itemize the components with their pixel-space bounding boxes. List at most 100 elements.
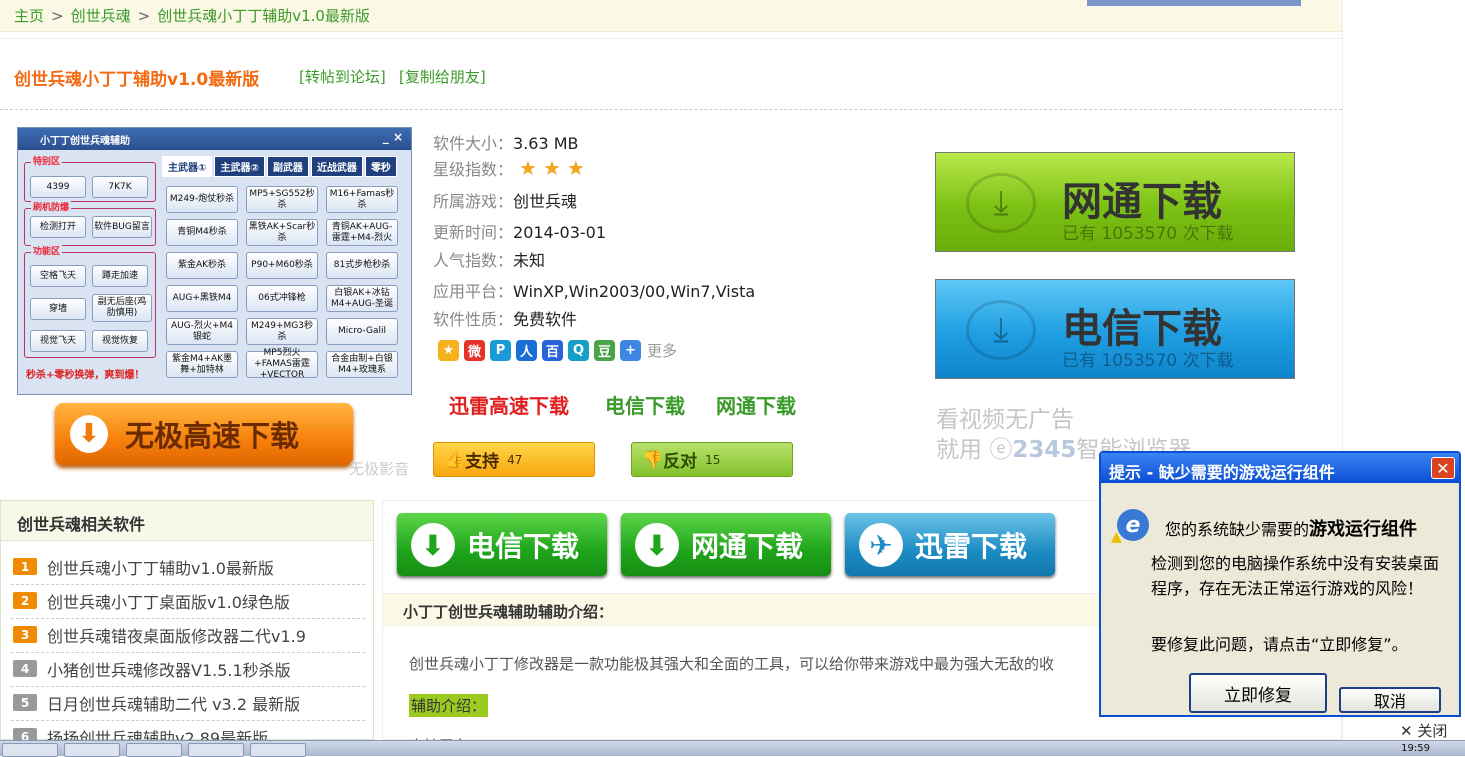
related-item-title: 创世兵魂小丁丁桌面版v1.0绿色版: [47, 593, 290, 612]
wuji-download-label: 无极高速下载: [125, 419, 300, 453]
shot-btn: 软件BUG留言: [92, 216, 152, 238]
tab-main-1: 主武器①: [162, 156, 213, 177]
shot-btn: 副无后座(鸡肋慎用): [92, 294, 152, 322]
close-icon: ✕: [1400, 722, 1413, 740]
dialog-headline: 您的系统缺少需要的游戏运行组件: [1165, 519, 1418, 540]
info-type: 软件性质：免费软件: [433, 310, 578, 329]
wangtong-download-button[interactable]: ⬇ 网通下载: [621, 513, 831, 576]
star-icon: ★: [542, 156, 561, 180]
dianxin-big-button[interactable]: ⤓ 电信下载 已有 1053570 次下载: [935, 279, 1295, 379]
screenshot-slogan: 秒杀+零秒换弹，爽到爆！: [26, 370, 145, 381]
download-tray-icon: ⤓: [966, 173, 1036, 233]
screenshot-titlebar: 小丁丁创世兵魂辅助 _ ×: [18, 128, 411, 150]
clock: 19:59: [1401, 743, 1430, 754]
taskbar-item[interactable]: [250, 743, 306, 757]
related-item-title: 创世兵魂小丁丁辅助v1.0最新版: [47, 559, 274, 578]
copy-link[interactable]: [复制给朋友]: [399, 66, 486, 87]
baidu-icon[interactable]: 百: [542, 340, 563, 361]
download-tray-icon: ⤓: [966, 300, 1036, 360]
wangtong-count: 已有 1053570 次下载: [1062, 224, 1234, 244]
thumbs-up-icon: 👍: [444, 449, 466, 470]
download-arrow-icon: ⬇: [635, 523, 679, 567]
intro-paragraph: 创世兵魂小丁丁修改器是一款功能极其强大和全面的工具，可以给你带来游戏中最为强大无…: [409, 655, 1055, 673]
tab-secondary: 副武器: [266, 156, 309, 177]
weibo-icon[interactable]: 微: [464, 340, 485, 361]
douban-icon[interactable]: 豆: [594, 340, 615, 361]
support-button[interactable]: 👍 支持 47: [433, 442, 595, 477]
taskbar-item[interactable]: [188, 743, 244, 757]
window-controls-icon: _ ×: [382, 130, 403, 144]
download-arrow-icon: ⬇: [411, 523, 455, 567]
rank-badge: 4: [13, 660, 37, 677]
qq-icon[interactable]: Q: [568, 340, 589, 361]
wangtong-link[interactable]: 网通下载: [716, 390, 796, 419]
renren-icon[interactable]: 人: [516, 340, 537, 361]
oppose-button[interactable]: 👎 反对 15: [631, 442, 793, 477]
info-game: 所属游戏：创世兵魂: [433, 192, 578, 211]
ad-line1: 看视频无广告: [936, 407, 1074, 433]
dialog-close-icon[interactable]: ✕: [1431, 457, 1455, 479]
warning-icon: ▲: [1111, 529, 1122, 545]
shot-weapon-btn: AUG-烈火+M4银蛇: [166, 318, 238, 345]
dianxin-download-button[interactable]: ⬇ 电信下载: [397, 513, 607, 576]
shot-btn: 蹲走加速: [92, 265, 148, 287]
crumb-sep: >: [51, 7, 64, 25]
tab-melee: 近战武器: [310, 156, 363, 177]
qzone-icon[interactable]: ★: [438, 340, 459, 361]
shot-btn: 4399: [30, 176, 86, 198]
taskbar-item[interactable]: [2, 743, 58, 757]
info-date: 更新时间：2014-03-01: [433, 223, 606, 242]
related-item-title: 日月创世兵魂辅助二代 v3.2 最新版: [47, 695, 301, 714]
crumb-home[interactable]: 主页: [14, 7, 44, 25]
shot-btn: 视觉飞天: [30, 330, 86, 352]
plus-icon[interactable]: +: [620, 340, 641, 361]
related-software-panel: 创世兵魂相关软件 1 创世兵魂小丁丁辅助v1.0最新版 2 创世兵魂小丁丁桌面版v1.…: [0, 500, 374, 755]
fix-now-button[interactable]: 立即修复: [1189, 673, 1327, 713]
screenshot-tabs: 主武器① 主武器② 副武器 近战武器 零秒: [162, 156, 397, 177]
tab-zero: 零秒: [364, 156, 397, 177]
related-item[interactable]: 1 创世兵魂小丁丁辅助v1.0最新版: [11, 555, 365, 585]
share-more[interactable]: 更多: [647, 340, 677, 361]
shot-weapon-btn: MP5+SG552秒杀: [246, 186, 318, 213]
dialog-close-link[interactable]: ✕ 关闭: [1400, 720, 1447, 741]
related-item[interactable]: 3 创世兵魂错夜桌面版修改器二代v1.9: [11, 623, 365, 653]
shot-weapon-btn: 紫金AK秒杀: [166, 252, 238, 279]
dialog-hint: 要修复此问题，请点击“立即修复”。: [1151, 635, 1408, 654]
title-bar: 创世兵魂小丁丁辅助v1.0最新版 [转帖到论坛] [复制给朋友]: [0, 38, 1342, 110]
star-icon: ★: [566, 156, 585, 180]
star-icon: ★: [519, 156, 537, 180]
related-title: 创世兵魂相关软件: [1, 501, 373, 541]
intro-tag: 辅助介绍：: [409, 694, 489, 717]
info-platform: 应用平台：WinXP,Win2003/00,Win7,Vista: [433, 282, 756, 301]
shot-weapon-btn: 黑铁AK+Scar秒杀: [246, 219, 318, 246]
repost-link[interactable]: [转帖到论坛]: [299, 66, 386, 87]
crumb-current[interactable]: 创世兵魂小丁丁辅助v1.0最新版: [157, 7, 370, 25]
top-banner[interactable]: [1087, 0, 1301, 6]
shot-weapon-btn: 81式步枪秒杀: [326, 252, 398, 279]
related-item[interactable]: 5 日月创世兵魂辅助二代 v3.2 最新版: [11, 691, 365, 721]
wuji-note: 无极影音: [349, 460, 410, 478]
shot-btn: 视觉恢复: [92, 330, 148, 352]
info-popularity: 人气指数：未知: [433, 251, 546, 270]
cancel-button[interactable]: 取消: [1339, 687, 1441, 713]
dianxin-link[interactable]: 电信下载: [605, 390, 685, 419]
related-item[interactable]: 4 小猪创世兵魂修改器V1.5.1秒杀版: [11, 657, 365, 687]
tencent-weibo-icon[interactable]: P: [490, 340, 511, 361]
software-screenshot[interactable]: 小丁丁创世兵魂辅助 _ × 主武器① 主武器② 副武器 近战武器 零秒 特别区 刷…: [17, 127, 412, 395]
rank-badge: 3: [13, 626, 37, 643]
dialog-body: 检测到您的电脑操作系统中没有安装桌面程序，存在无法正常运行游戏的风险！: [1151, 554, 1440, 598]
shot-weapon-btn: M16+Famas秒杀: [326, 186, 398, 213]
download-arrow-icon: ⬇: [70, 415, 108, 453]
shot-weapon-btn: AUG+黑铁M4: [166, 285, 238, 312]
wuji-download-button[interactable]: ⬇ 无极高速下载: [55, 403, 353, 465]
taskbar-item[interactable]: [64, 743, 120, 757]
shot-weapon-btn: 青铜M4秒杀: [166, 219, 238, 246]
related-item[interactable]: 2 创世兵魂小丁丁桌面版v1.0绿色版: [11, 589, 365, 619]
crumb-category[interactable]: 创世兵魂: [71, 7, 131, 25]
related-item-title: 创世兵魂错夜桌面版修改器二代v1.9: [47, 627, 306, 646]
xunlei-link[interactable]: 迅雷高速下载: [449, 390, 569, 419]
xunlei-download-button[interactable]: ✈ 迅雷下载: [845, 513, 1055, 576]
taskbar-item[interactable]: [126, 743, 182, 757]
shot-btn: 7K7K: [92, 176, 148, 198]
wangtong-big-button[interactable]: ⤓ 网通下载 已有 1053570 次下载: [935, 152, 1295, 252]
